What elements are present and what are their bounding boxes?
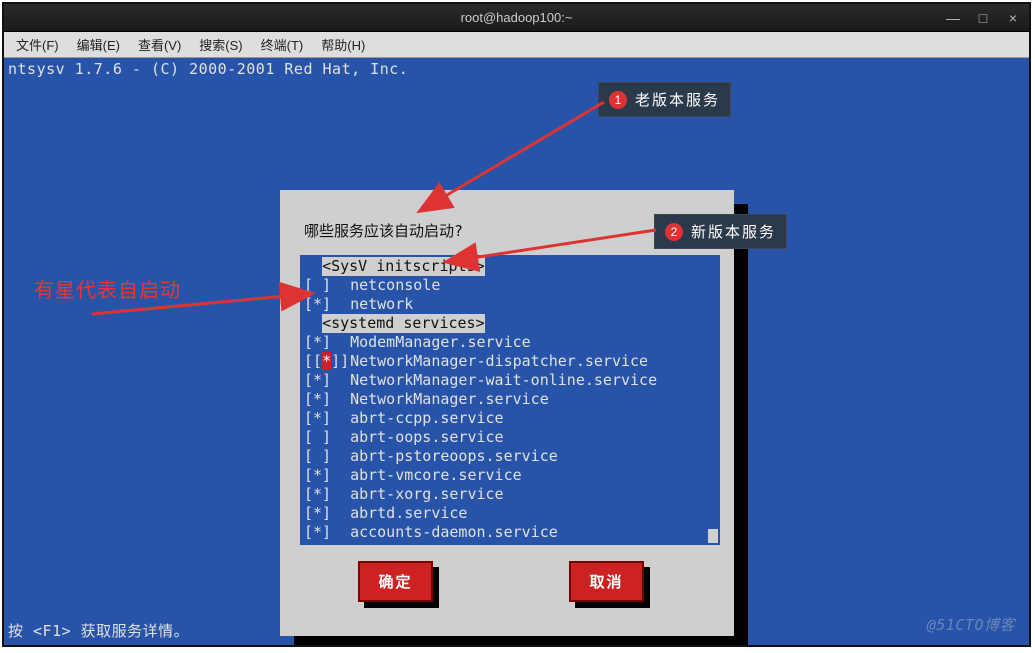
cancel-shadow: 取消 [575, 567, 649, 608]
arrow-icon [442, 102, 604, 198]
window-title: root@hadoop100:~ [4, 10, 1029, 25]
checkbox-icon [304, 409, 332, 428]
ok-button[interactable]: 确定 [358, 561, 432, 602]
service-row[interactable]: abrt-xorg.service [304, 485, 716, 504]
ntsysv-footer: 按 <F1> 获取服务详情。 [8, 620, 189, 641]
checkbox-icon [304, 295, 332, 314]
service-row[interactable]: netconsole [304, 276, 716, 295]
service-row[interactable]: abrt-vmcore.service [304, 466, 716, 485]
service-row[interactable]: abrt-oops.service [304, 428, 716, 447]
checkbox-icon [304, 504, 332, 523]
close-button[interactable]: × [1003, 10, 1023, 26]
checkbox-icon [304, 485, 332, 504]
dialog-buttons: 确定 取消 [296, 567, 718, 608]
service-row[interactable]: ModemManager.service [304, 333, 716, 352]
service-row[interactable]: abrt-ccpp.service [304, 409, 716, 428]
maximize-button[interactable]: □ [973, 10, 993, 26]
checkbox-icon [304, 371, 332, 390]
service-row[interactable]: NetworkManager.service [304, 390, 716, 409]
badge-number-icon: 1 [609, 91, 627, 109]
annotation-badge-old: 1老版本服务 [598, 82, 731, 117]
service-row[interactable]: network [304, 295, 716, 314]
services-listbox[interactable]: <SysV initscripts> netconsole network <s… [300, 255, 720, 545]
checkbox-icon: [*] [304, 352, 332, 371]
window-controls: — □ × [943, 10, 1023, 26]
terminal-area: ntsysv 1.7.6 - (C) 2000-2001 Red Hat, In… [4, 58, 1029, 645]
badge-number-icon: 2 [665, 223, 683, 241]
menu-edit[interactable]: 编辑(E) [71, 33, 126, 56]
group-sysv: <SysV initscripts> [304, 257, 716, 276]
checkbox-icon [304, 333, 332, 352]
services-dialog: 哪些服务应该自动启动? <SysV initscripts> netconsol… [280, 190, 734, 636]
minimize-button[interactable]: — [943, 10, 963, 26]
service-row[interactable]: accounts-daemon.service [304, 523, 716, 542]
ntsysv-header: ntsysv 1.7.6 - (C) 2000-2001 Red Hat, In… [8, 60, 408, 78]
menu-search[interactable]: 搜索(S) [193, 33, 248, 56]
service-row[interactable]: abrt-pstoreoops.service [304, 447, 716, 466]
titlebar: root@hadoop100:~ — □ × [4, 4, 1029, 32]
watermark: @51CTO博客 [927, 614, 1015, 635]
annotation-star-note: 有星代表自启动 [34, 274, 181, 303]
ok-shadow: 确定 [364, 567, 438, 608]
menu-help[interactable]: 帮助(H) [315, 33, 371, 56]
annotation-badge-new: 2新版本服务 [654, 214, 787, 249]
checkbox-icon [304, 428, 332, 447]
checkbox-icon [304, 390, 332, 409]
group-systemd: <systemd services> [304, 314, 716, 333]
checkbox-icon [304, 276, 332, 295]
checkbox-icon [304, 523, 332, 542]
service-row[interactable]: abrtd.service [304, 504, 716, 523]
menu-terminal[interactable]: 终端(T) [255, 33, 310, 56]
menu-view[interactable]: 查看(V) [132, 33, 187, 56]
checkbox-icon [304, 466, 332, 485]
service-row[interactable]: [*] NetworkManager-dispatcher.service [304, 352, 716, 371]
service-row[interactable]: NetworkManager-wait-online.service [304, 371, 716, 390]
app-window: root@hadoop100:~ — □ × 文件(F) 编辑(E) 查看(V)… [2, 2, 1031, 647]
scroll-indicator-icon [708, 529, 718, 543]
checkbox-icon [304, 447, 332, 466]
menu-file[interactable]: 文件(F) [10, 33, 65, 56]
cancel-button[interactable]: 取消 [569, 561, 643, 602]
menubar: 文件(F) 编辑(E) 查看(V) 搜索(S) 终端(T) 帮助(H) [4, 32, 1029, 58]
